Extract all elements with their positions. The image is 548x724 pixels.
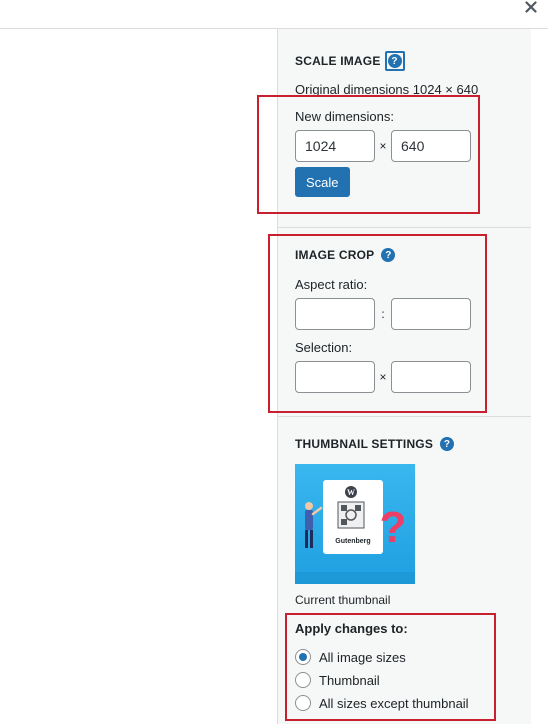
- scale-image-heading: SCALE IMAGE ?: [295, 51, 531, 71]
- sidebar-scrollbar[interactable]: [531, 29, 548, 724]
- thumbnail-settings-heading: THUMBNAIL SETTINGS ?: [295, 437, 531, 451]
- aspect-ratio-label: Aspect ratio:: [295, 277, 368, 292]
- radio-label-all-sizes: All image sizes: [319, 649, 406, 665]
- svg-text:?: ?: [380, 503, 407, 552]
- image-canvas-area: [0, 29, 277, 724]
- original-dimensions-text: Original dimensions 1024 × 640: [295, 82, 479, 97]
- section-divider: [278, 227, 531, 228]
- selection-width-input[interactable]: [295, 361, 375, 393]
- scale-image-section: SCALE IMAGE ? Original dimensions 1024 ×…: [278, 51, 531, 197]
- radio-button-except-thumbnail[interactable]: [295, 695, 311, 711]
- current-thumbnail-label: Current thumbnail: [295, 593, 391, 607]
- aspect-separator: :: [381, 307, 385, 321]
- radio-label-thumbnail: Thumbnail: [319, 672, 380, 688]
- selection-row: ×: [295, 361, 531, 393]
- scale-button[interactable]: Scale: [295, 167, 350, 197]
- dimension-separator: ×: [379, 139, 387, 153]
- new-dimensions-label: New dimensions:: [295, 109, 394, 124]
- section-divider: [278, 416, 531, 417]
- selection-label: Selection:: [295, 340, 353, 355]
- scale-image-help-button[interactable]: ?: [384, 51, 405, 71]
- close-icon: [525, 1, 537, 13]
- help-icon: ?: [387, 54, 402, 68]
- radio-label-except-thumbnail: All sizes except thumbnail: [319, 695, 469, 711]
- image-crop-section: IMAGE CROP ? Aspect ratio: : Selection: …: [278, 248, 531, 393]
- image-crop-title: IMAGE CROP: [295, 248, 375, 262]
- scale-width-input[interactable]: [295, 130, 375, 162]
- radio-option-all-sizes[interactable]: All image sizes: [295, 649, 531, 665]
- svg-text:W: W: [347, 488, 355, 497]
- radio-button-all-sizes[interactable]: [295, 649, 311, 665]
- thumbnail-illustration: W ?: [295, 480, 415, 584]
- radio-option-except-thumbnail[interactable]: All sizes except thumbnail: [295, 695, 531, 711]
- thumbnail-caption: Gutenberg: [335, 538, 371, 545]
- image-editor-modal: SCALE IMAGE ? Original dimensions 1024 ×…: [0, 0, 548, 724]
- current-thumbnail-image: W ? Gutenberg: [295, 464, 415, 584]
- new-dimensions-row: ×: [295, 130, 531, 162]
- modal-top-bar: [0, 0, 548, 29]
- thumbnail-settings-title: THUMBNAIL SETTINGS: [295, 437, 434, 451]
- selection-separator: ×: [379, 370, 387, 384]
- radio-option-thumbnail[interactable]: Thumbnail: [295, 672, 531, 688]
- apply-changes-label: Apply changes to:: [295, 621, 408, 636]
- help-icon[interactable]: ?: [381, 248, 396, 262]
- scale-height-input[interactable]: [391, 130, 471, 162]
- selection-height-input[interactable]: [391, 361, 471, 393]
- close-button[interactable]: [520, 0, 542, 18]
- scale-image-title: SCALE IMAGE: [295, 54, 381, 68]
- thumbnail-settings-section: THUMBNAIL SETTINGS ? W ? Gutenberg Curre…: [278, 437, 531, 711]
- image-editor-sidebar: SCALE IMAGE ? Original dimensions 1024 ×…: [277, 29, 531, 724]
- aspect-ratio-height-input[interactable]: [391, 298, 471, 330]
- radio-button-thumbnail[interactable]: [295, 672, 311, 688]
- image-crop-heading: IMAGE CROP ?: [295, 248, 531, 262]
- aspect-ratio-width-input[interactable]: [295, 298, 375, 330]
- aspect-ratio-row: :: [295, 298, 531, 330]
- help-icon[interactable]: ?: [440, 437, 455, 451]
